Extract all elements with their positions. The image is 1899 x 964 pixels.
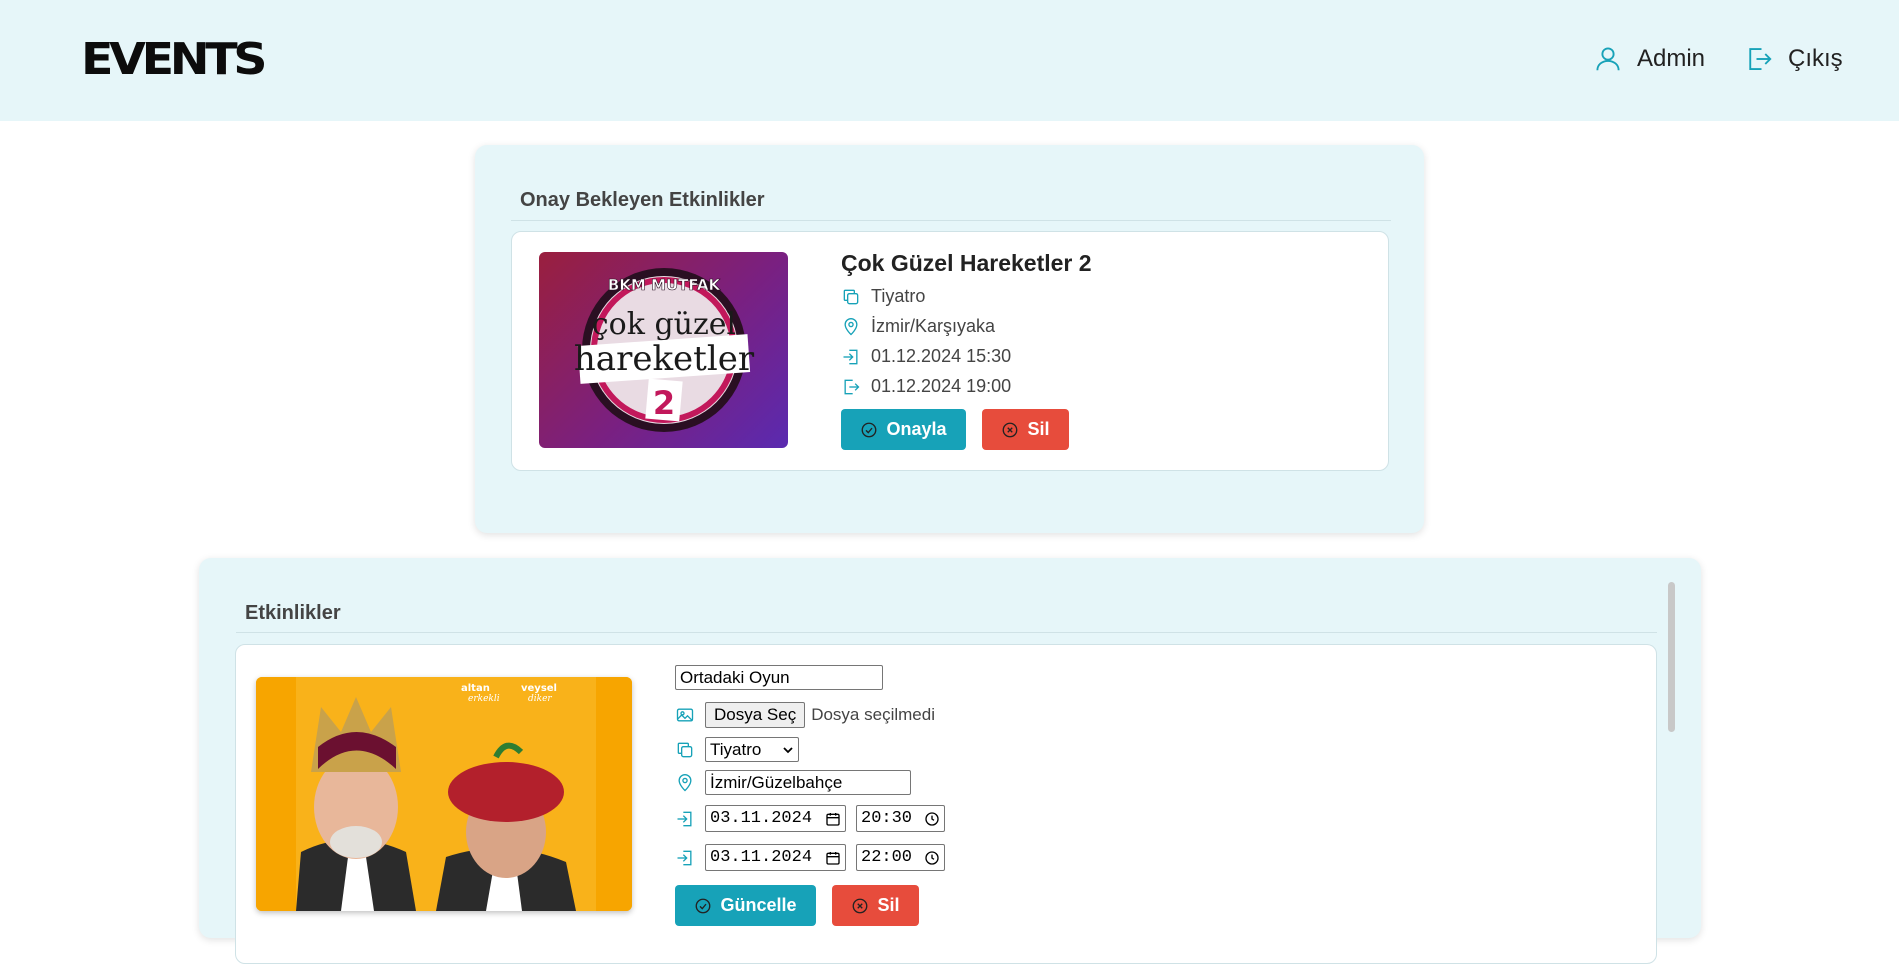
delete-label: Sil [1027,419,1050,439]
image-icon [676,708,694,722]
end-time-value: 22:00 [861,848,913,867]
events-section-title: Etkinlikler [245,602,341,624]
pending-event-item: BKM MUTFAK çok güzel hareketler 2 Çok Gü… [511,231,1389,471]
pending-event-poster: BKM MUTFAK çok güzel hareketler 2 [539,252,788,448]
pending-event-end: 01.12.2024 19:00 [841,376,1011,397]
pending-events-card: Onay Bekleyen Etkinlikler BKM MUTFAK çok… [475,145,1424,533]
login-icon [677,811,692,826]
category-row: Tiyatro [675,737,799,762]
location-pin-icon [844,317,858,335]
pending-event-location: İzmir/Karşıyaka [841,316,995,337]
events-scrollbar[interactable] [1668,582,1675,732]
category-select[interactable]: Tiyatro [705,737,799,762]
event-title-input[interactable] [675,665,883,690]
login-icon [843,349,858,364]
end-time-input[interactable]: 22:00 [856,844,945,871]
pending-section-title: Onay Bekleyen Etkinlikler [520,189,765,211]
start-time-value: 20:30 [861,809,913,828]
events-card: Etkinlikler altan erkekli veysel diker O… [199,558,1701,964]
x-circle-icon [1003,422,1018,437]
choose-file-button[interactable]: Dosya Seç [705,702,806,728]
category-selected: Tiyatro [710,739,762,759]
approve-button[interactable]: Onayla [841,409,966,450]
delete-event-button[interactable]: Sil [832,885,919,926]
logout-label: Çıkış [1788,45,1843,72]
location-row [675,770,911,795]
update-label: Güncelle [720,895,797,915]
chevron-down-icon [783,746,793,753]
location-pin-icon [678,773,692,791]
end-text: 01.12.2024 19:00 [871,376,1012,396]
end-date-input[interactable]: 03.11.2024 [705,844,846,871]
site-logo[interactable]: EVENTS [81,34,268,85]
event-poster: altan erkekli veysel diker [256,677,632,911]
delete-button[interactable]: Sil [982,409,1069,450]
x-circle-icon [853,898,868,913]
logout-icon [1749,48,1772,70]
calendar-icon [826,812,840,826]
end-row: 03.11.2024 22:00 [675,844,945,871]
end-date-value: 03.11.2024 [710,848,813,867]
top-navbar: EVENTS Admin Çıkış [0,0,1899,121]
location-input[interactable] [705,770,911,795]
clock-icon [925,850,939,865]
start-time-input[interactable]: 20:30 [856,805,945,832]
copy-icon [843,289,859,304]
poster-name1-a: altan [461,683,490,694]
poster-name2-a: veysel [521,683,557,694]
logout-icon [677,850,692,865]
image-row: Dosya Seç Dosya seçilmedi [675,702,935,728]
logout-link[interactable]: Çıkış [1744,44,1843,74]
copy-icon [677,742,693,757]
calendar-icon [826,851,840,865]
poster-artwork: BKM MUTFAK çok güzel hareketler 2 [574,268,755,432]
update-button[interactable]: Güncelle [675,885,816,926]
pending-event-category: Tiyatro [841,286,925,307]
poster-line2: hareketler [574,339,755,379]
pending-event-title: Çok Güzel Hareketler 2 [841,250,1092,276]
category-text: Tiyatro [871,286,926,306]
logout-icon [844,379,860,394]
section-divider [511,220,1391,221]
check-circle-icon [862,422,877,437]
check-circle-icon [696,898,711,913]
title-row [675,665,883,690]
poster-name1-b: erkekli [468,694,500,704]
location-text: İzmir/Karşıyaka [871,316,996,336]
user-icon [1596,47,1620,71]
section-divider [236,632,1657,633]
start-date-input[interactable]: 03.11.2024 [705,805,846,832]
poster-top-text: BKM MUTFAK [608,276,722,294]
start-date-value: 03.11.2024 [710,809,813,828]
approve-label: Onayla [886,419,947,439]
poster-artwork: altan erkekli veysel diker [256,677,632,911]
poster-name2-b: diker [528,694,552,704]
start-row: 03.11.2024 20:30 [675,805,945,832]
start-text: 01.12.2024 15:30 [871,346,1012,366]
admin-label: Admin [1637,45,1706,72]
delete-event-label: Sil [877,895,900,915]
pending-event-start: 01.12.2024 15:30 [841,346,1011,367]
admin-link[interactable]: Admin [1593,44,1705,74]
file-status-text: Dosya seçilmedi [811,705,935,724]
clock-icon [925,811,939,826]
poster-number: 2 [653,384,675,422]
event-edit-item: altan erkekli veysel diker Dosya Seç Dos… [235,644,1657,964]
